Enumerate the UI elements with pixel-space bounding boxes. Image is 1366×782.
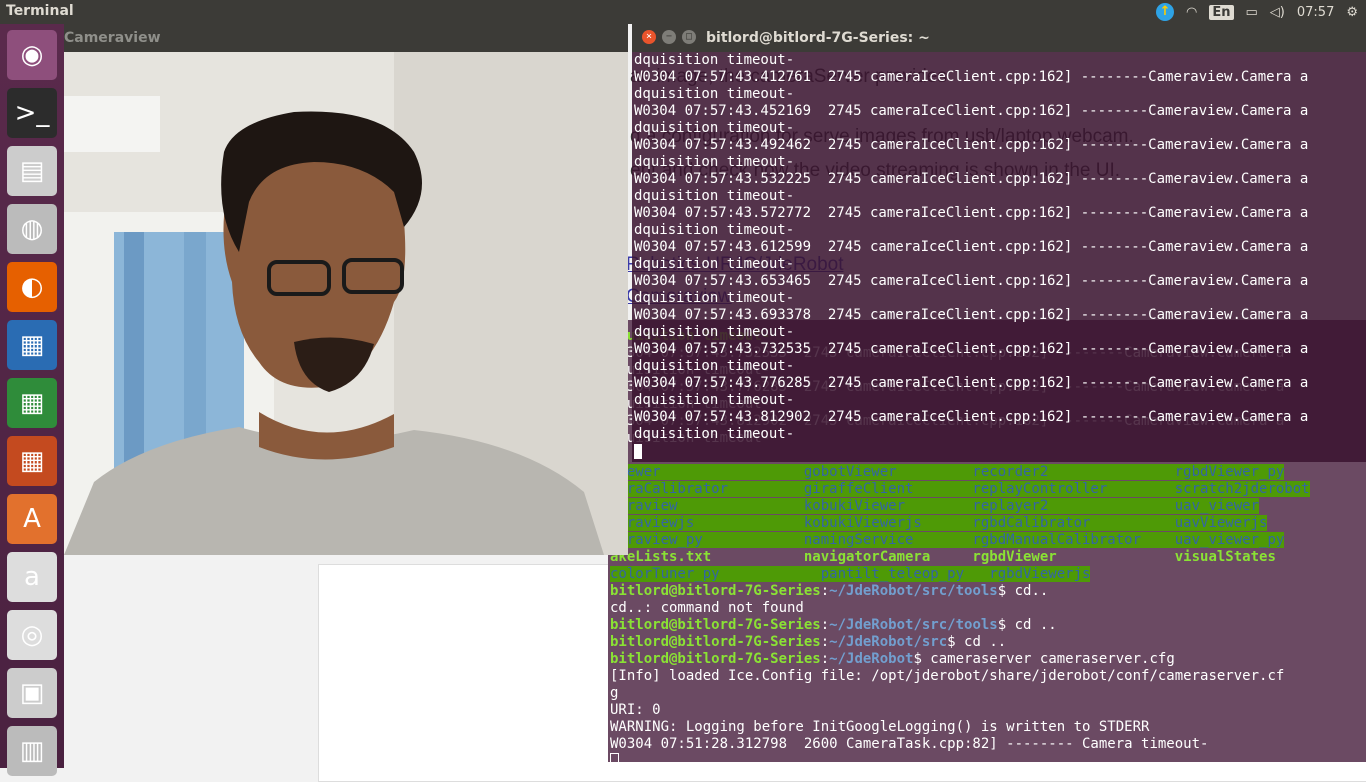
firefox-launcher-icon[interactable]: ◐ — [7, 262, 57, 312]
maximize-button[interactable]: □ — [682, 30, 696, 44]
terminal-titlebar[interactable]: × − □ bitlord@bitlord-7G-Series: ~ — [632, 24, 1366, 52]
terminal-front-line: W0304 07:57:43.452169 2745 cameraIceClie… — [634, 103, 1309, 119]
wifi-icon[interactable]: ◠ — [1186, 5, 1197, 20]
unity-launcher: ◉ >_ ▤ ◍ ◐ ▦ ▦ ▦ Aa ◎ ▣ ▥ — [0, 24, 64, 776]
clock[interactable]: 07:57 — [1297, 5, 1334, 20]
top-panel: Terminal ↑ ◠ En ▭ ◁) 07:57 ⚙ — [0, 0, 1366, 24]
terminal-front-line: dquisition timeout- — [634, 358, 795, 374]
terminal-front-line: W0304 07:57:43.776285 2745 cameraIceClie… — [634, 375, 1309, 391]
terminal-back-line: g — [610, 685, 619, 701]
cameraview-titlebar[interactable]: Cameraview — [64, 24, 628, 52]
terminal-front-line: W0304 07:57:43.572772 2745 cameraIceClie… — [634, 205, 1309, 221]
terminal-back-line: [Info] loaded Ice.Config file: /opt/jder… — [610, 668, 1285, 684]
terminal-front-cursor — [634, 443, 642, 460]
terminal-front-line: dquisition timeout- — [634, 154, 795, 170]
terminal-front-line: dquisition timeout- — [634, 426, 795, 442]
terminal-front-line: W0304 07:57:43.732535 2745 cameraIceClie… — [634, 341, 1309, 357]
terminal-back-line: meraview kobukiViewer replayer2 uav_view… — [610, 498, 1260, 514]
terminal-back-line: meraviewjs kobukiViewerjs rgbdCalibrator… — [610, 515, 1268, 531]
terminal-back-line: WARNING: Logging before InitGoogleLoggin… — [610, 719, 1150, 735]
terminal-back-line: bitlord@bitlord-7G-Series:~/JdeRobot$ ca… — [610, 651, 1175, 667]
amazon-launcher-icon[interactable]: a — [7, 552, 57, 602]
terminal-back-line: URI: 0 — [610, 702, 661, 718]
terminal-title: bitlord@bitlord-7G-Series: ~ — [706, 30, 930, 46]
terminal-back-line: viewer gobotViewer recorder2 rgbdViewer_… — [610, 464, 1285, 480]
terminal-back-line: bitlord@bitlord-7G-Series:~/JdeRobot/src… — [610, 634, 1007, 650]
terminal-back-line: W0304 07:51:28.312798 2600 CameraTask.cp… — [610, 736, 1209, 752]
terminal-back-line: bitlord@bitlord-7G-Series:~/JdeRobot/src… — [610, 617, 1057, 633]
cameraview-window[interactable]: Cameraview — [64, 24, 628, 555]
settings-gear-icon[interactable]: ⚙ — [1346, 5, 1358, 20]
writer-launcher-icon[interactable]: ▦ — [7, 320, 57, 370]
terminal-front-line: dquisition timeout- — [634, 222, 795, 238]
software-center-icon[interactable]: A — [7, 494, 57, 544]
terminal-front-line: W0304 07:57:43.532225 2745 cameraIceClie… — [634, 171, 1309, 187]
terminal-launcher-icon[interactable]: >_ — [7, 88, 57, 138]
terminal-window-front[interactable]: × − □ bitlord@bitlord-7G-Series: ~ dquis… — [632, 24, 1366, 462]
terminal-back-line: colorTuner_py pantilt_teleop_py rgbdView… — [610, 566, 1091, 582]
terminal-front-line: dquisition timeout- — [634, 52, 795, 68]
volume-icon[interactable]: ◁) — [1270, 5, 1285, 20]
terminal-front-line: W0304 07:57:43.612599 2745 cameraIceClie… — [634, 239, 1309, 255]
terminal-front-line: dquisition timeout- — [634, 256, 795, 272]
minimize-button[interactable]: − — [662, 30, 676, 44]
terminal-front-line: W0304 07:57:43.693378 2745 cameraIceClie… — [634, 307, 1309, 323]
terminal-back-line: meraview_py namingService rgbdManualCali… — [610, 532, 1285, 548]
files-launcher-icon[interactable]: ▤ — [7, 146, 57, 196]
cameraview-title: Cameraview — [64, 30, 161, 46]
active-app-title: Terminal — [6, 3, 74, 19]
terminal-front-line: dquisition timeout- — [634, 290, 795, 306]
keyboard-layout-indicator[interactable]: En — [1209, 4, 1234, 20]
ubuntu-dash-icon[interactable]: ◉ — [7, 30, 57, 80]
terminal-front-line: W0304 07:57:43.812902 2745 cameraIceClie… — [634, 409, 1309, 425]
terminal-back-line: bitlord@bitlord-7G-Series:~/JdeRobot/src… — [610, 583, 1049, 599]
terminal-front-line: dquisition timeout- — [634, 86, 795, 102]
terminal-front-line: dquisition timeout- — [634, 324, 795, 340]
terminal-back-line: cd..: command not found — [610, 600, 804, 616]
camera-video-frame — [64, 52, 628, 555]
app2-launcher-icon[interactable]: ▥ — [7, 726, 57, 776]
updates-icon[interactable]: ↑ — [1156, 3, 1175, 21]
impress-launcher-icon[interactable]: ▦ — [7, 436, 57, 486]
battery-icon[interactable]: ▭ — [1246, 5, 1258, 20]
calc-launcher-icon[interactable]: ▦ — [7, 378, 57, 428]
terminal-back-line: meraCalibrator giraffeClient replayContr… — [610, 481, 1310, 497]
terminal-front-line: W0304 07:57:43.653465 2745 cameraIceClie… — [634, 273, 1309, 289]
terminal-front-line: W0304 07:57:43.412761 2745 cameraIceClie… — [634, 69, 1309, 85]
terminal-back-line: akeLists.txt navigatorCamera rgbdViewer … — [610, 549, 1276, 565]
disk-launcher-icon[interactable]: ◍ — [7, 204, 57, 254]
app-launcher-icon[interactable]: ▣ — [7, 668, 57, 718]
terminal-front-line: dquisition timeout- — [634, 120, 795, 136]
chrome-launcher-icon[interactable]: ◎ — [7, 610, 57, 660]
terminal-front-line: dquisition timeout- — [634, 392, 795, 408]
terminal-front-line: W0304 07:57:43.492462 2745 cameraIceClie… — [634, 137, 1309, 153]
close-button[interactable]: × — [642, 30, 656, 44]
terminal-front-line: dquisition timeout- — [634, 188, 795, 204]
system-tray: ↑ ◠ En ▭ ◁) 07:57 ⚙ — [1156, 0, 1366, 24]
terminal-back-cursor — [610, 753, 619, 770]
